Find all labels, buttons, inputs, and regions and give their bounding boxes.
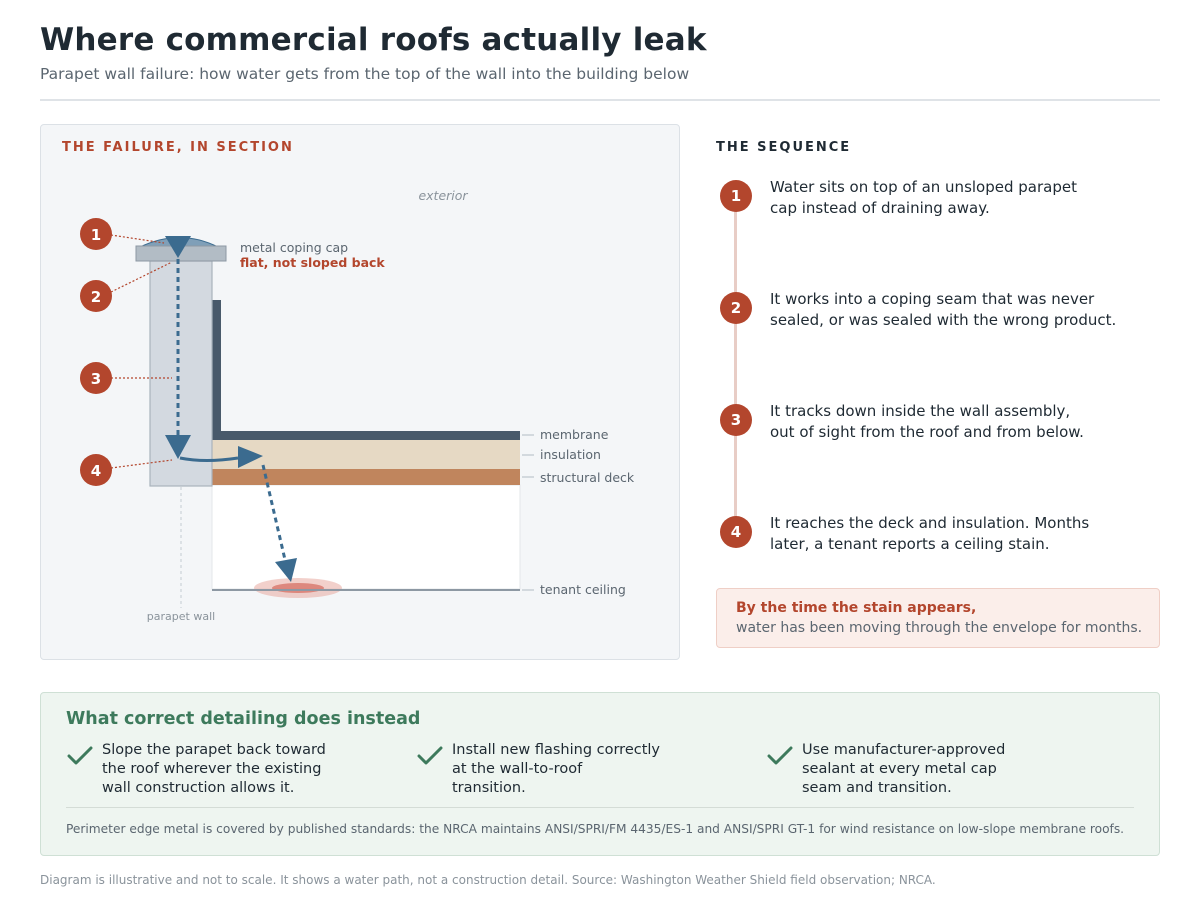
step-4-text: It reaches the deck and insulation. Mont…	[770, 514, 1090, 553]
fix-item-2: Install new flashing correctly at the wa…	[452, 742, 661, 796]
fix-item-3: Use manufacturer-approved sealant at eve…	[802, 742, 1006, 796]
fix-divider	[66, 807, 1134, 808]
deck-label: structural deck	[540, 470, 635, 485]
ceiling-label: tenant ceiling	[540, 582, 626, 597]
step-3-number: 3	[720, 404, 752, 436]
step-4-number: 4	[720, 516, 752, 548]
exterior-label: exterior	[418, 188, 468, 203]
insulation-label: insulation	[540, 447, 601, 462]
footer-note: Diagram is illustrative and not to scale…	[40, 873, 936, 887]
ceiling-stain-core	[272, 583, 324, 593]
sequence-timeline	[734, 200, 737, 535]
coping-warning: flat, not sloped back	[240, 255, 385, 270]
svg-text:1: 1	[91, 226, 101, 244]
fix-title: What correct detailing does instead	[66, 709, 421, 729]
check-icon	[67, 746, 93, 765]
step-1-text: Water sits on top of an unsloped parapet…	[770, 178, 1077, 217]
step-1-number: 1	[720, 180, 752, 212]
deck-layer	[212, 469, 520, 485]
sequence-label: THE SEQUENCE	[716, 140, 852, 155]
leader-1	[110, 234, 165, 244]
svg-text:2: 2	[91, 288, 101, 306]
parapet-wall-label: parapet wall	[147, 610, 215, 623]
fix-item-1: Slope the parapet back toward the roof w…	[102, 742, 326, 796]
step-2-text: It works into a coping seam that was nev…	[770, 290, 1117, 329]
membrane-label: membrane	[540, 427, 609, 442]
check-icon	[417, 746, 443, 765]
interior-space	[211, 484, 521, 590]
marker-2: 2	[80, 280, 112, 312]
callout-body: water has been moving through the envelo…	[736, 620, 1143, 636]
step-3-text: It tracks down inside the wall assembly,…	[770, 402, 1084, 441]
coping-label: metal coping cap	[240, 240, 348, 255]
standards-note: Perimeter edge metal is covered by publi…	[66, 822, 1125, 836]
check-icon	[767, 746, 793, 765]
callout-heading: By the time the stain appears,	[736, 600, 977, 616]
membrane-layer	[212, 431, 520, 440]
step-2-number: 2	[720, 292, 752, 324]
marker-4: 4	[80, 454, 112, 486]
marker-1: 1	[80, 218, 112, 250]
membrane-upturn	[212, 300, 221, 440]
svg-text:3: 3	[91, 370, 101, 388]
section-diagram: exterior 1 2 3 4 metal coping cap flat, …	[80, 188, 635, 623]
svg-text:4: 4	[91, 462, 101, 480]
marker-3: 3	[80, 362, 112, 394]
stain-callout	[716, 588, 1160, 648]
